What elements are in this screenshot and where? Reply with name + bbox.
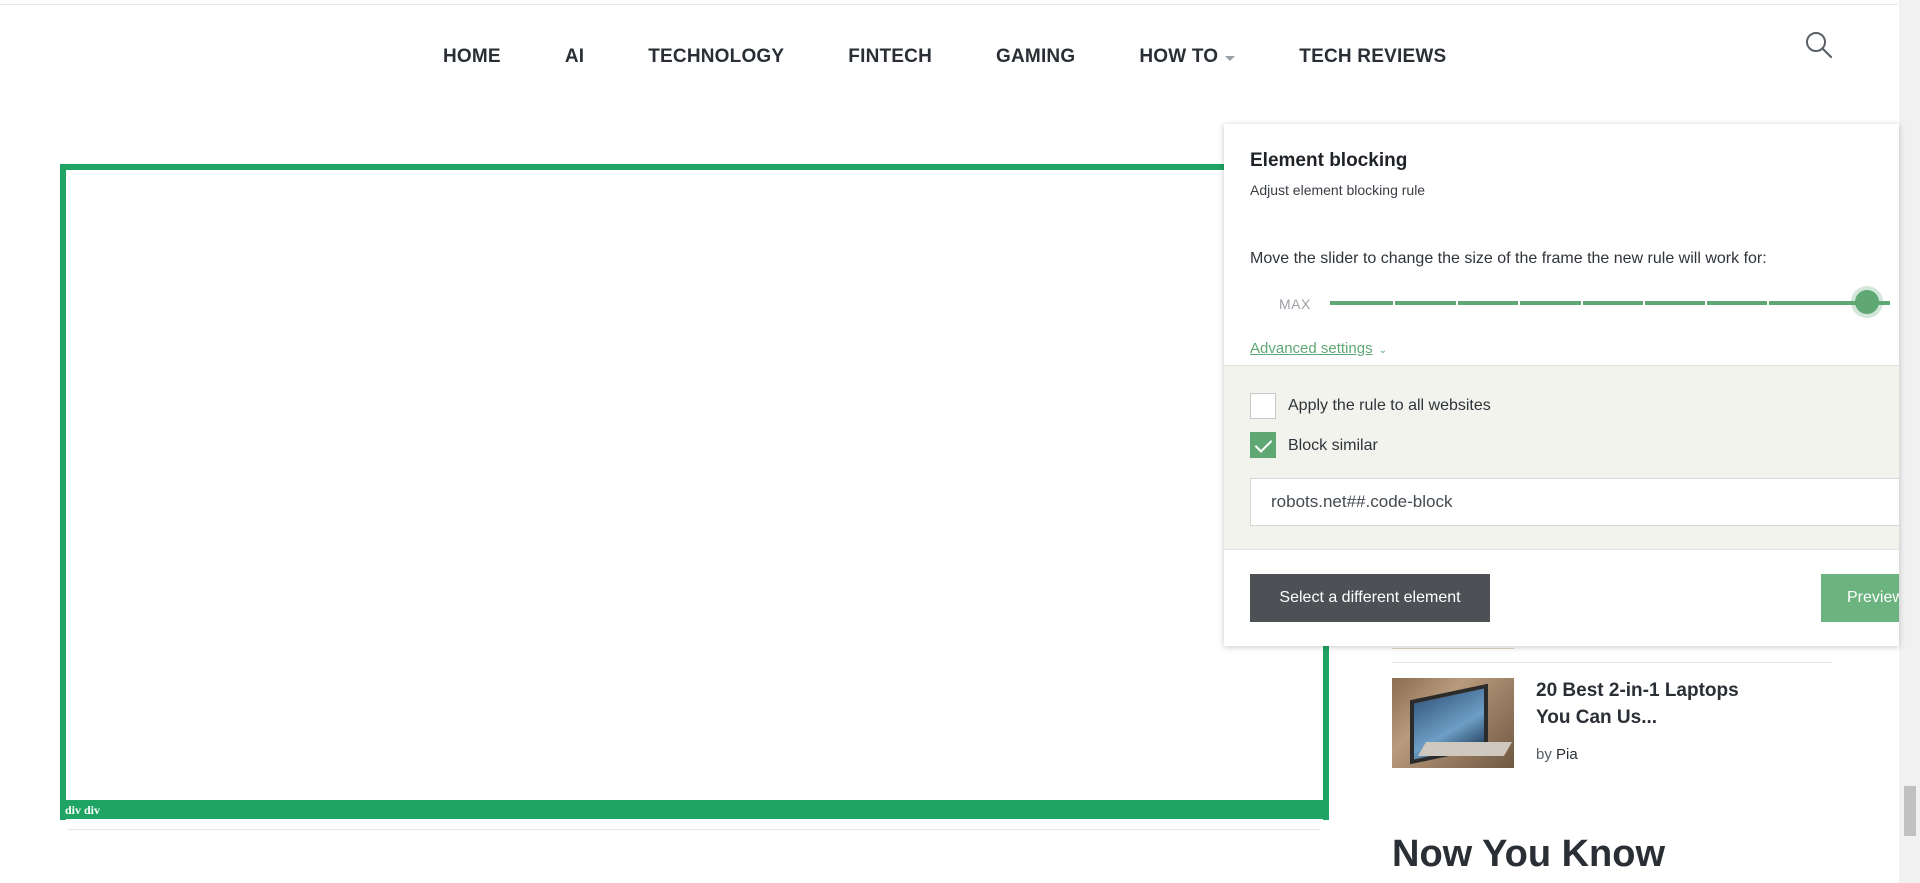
- article-thumbnail[interactable]: [1392, 678, 1514, 768]
- author-name[interactable]: Pia: [1556, 746, 1578, 763]
- slider-tick: [1643, 300, 1645, 306]
- element-blocking-panel: Element blocking Adjust element blocking…: [1224, 124, 1899, 646]
- rule-input[interactable]: [1250, 478, 1899, 526]
- highlighted-element-frame[interactable]: [60, 164, 1329, 820]
- article-author: by Pia: [1536, 746, 1578, 763]
- nav-home[interactable]: HOME: [443, 46, 501, 68]
- slider-tick: [1705, 300, 1707, 306]
- slider-tick: [1581, 300, 1583, 306]
- advanced-settings-label: Advanced settings: [1250, 340, 1373, 357]
- block-similar-label[interactable]: Block similar: [1288, 437, 1378, 455]
- apply-all-websites-checkbox[interactable]: [1250, 393, 1276, 419]
- nav-how-to-label: HOW TO: [1139, 46, 1219, 67]
- apply-all-websites-label[interactable]: Apply the rule to all websites: [1288, 397, 1491, 415]
- nav-ai[interactable]: AI: [565, 46, 584, 68]
- laptop-base-graphic: [1417, 742, 1513, 756]
- scrollbar-thumb[interactable]: [1904, 786, 1916, 836]
- slider-max-label: MAX: [1279, 296, 1311, 312]
- chevron-down-icon: [1225, 55, 1236, 61]
- nav-gaming[interactable]: GAMING: [996, 46, 1075, 68]
- panel-title: Element blocking: [1250, 150, 1408, 171]
- nav-how-to[interactable]: HOW TO: [1139, 46, 1236, 68]
- block-similar-checkbox[interactable]: [1250, 432, 1276, 458]
- search-icon: [1806, 32, 1833, 59]
- frame-size-slider-track[interactable]: [1330, 301, 1890, 305]
- preview-button[interactable]: Preview: [1821, 574, 1899, 622]
- top-border: [0, 4, 1898, 5]
- advanced-settings-toggle[interactable]: Advanced settings ⌄: [1250, 340, 1387, 357]
- frame-size-slider-handle[interactable]: [1855, 290, 1879, 314]
- main-navigation: HOME AI TECHNOLOGY FINTECH GAMING HOW TO…: [443, 46, 1446, 68]
- highlighted-element-label: div div: [65, 803, 101, 817]
- content-divider: [68, 829, 1320, 830]
- author-prefix: by: [1536, 746, 1552, 763]
- highlighted-element-label-bar: div div: [60, 800, 1326, 819]
- select-different-element-button[interactable]: Select a different element: [1250, 574, 1490, 622]
- sidebar-separator: [1392, 662, 1832, 663]
- advanced-settings-area: Apply the rule to all websites Block sim…: [1224, 365, 1899, 550]
- chevron-down-icon: ⌄: [1378, 345, 1387, 356]
- page-scrollbar[interactable]: [1899, 0, 1920, 883]
- slider-tick: [1456, 300, 1458, 306]
- previous-thumbnail-edge: [1392, 648, 1514, 649]
- section-heading: Now You Know: [1392, 833, 1666, 875]
- nav-technology[interactable]: TECHNOLOGY: [648, 46, 784, 68]
- nav-fintech[interactable]: FINTECH: [848, 46, 932, 68]
- panel-subtitle: Adjust element blocking rule: [1250, 182, 1426, 198]
- search-button[interactable]: [1804, 30, 1834, 60]
- slider-tick: [1518, 300, 1520, 306]
- checkmark-icon: [1254, 435, 1273, 453]
- slider-tick: [1393, 300, 1395, 306]
- nav-tech-reviews[interactable]: TECH REVIEWS: [1299, 46, 1446, 68]
- slider-tick: [1767, 300, 1769, 306]
- slider-instructions: Move the slider to change the size of th…: [1250, 250, 1767, 267]
- article-title-link[interactable]: 20 Best 2-in-1 Laptops You Can Us...: [1536, 677, 1756, 731]
